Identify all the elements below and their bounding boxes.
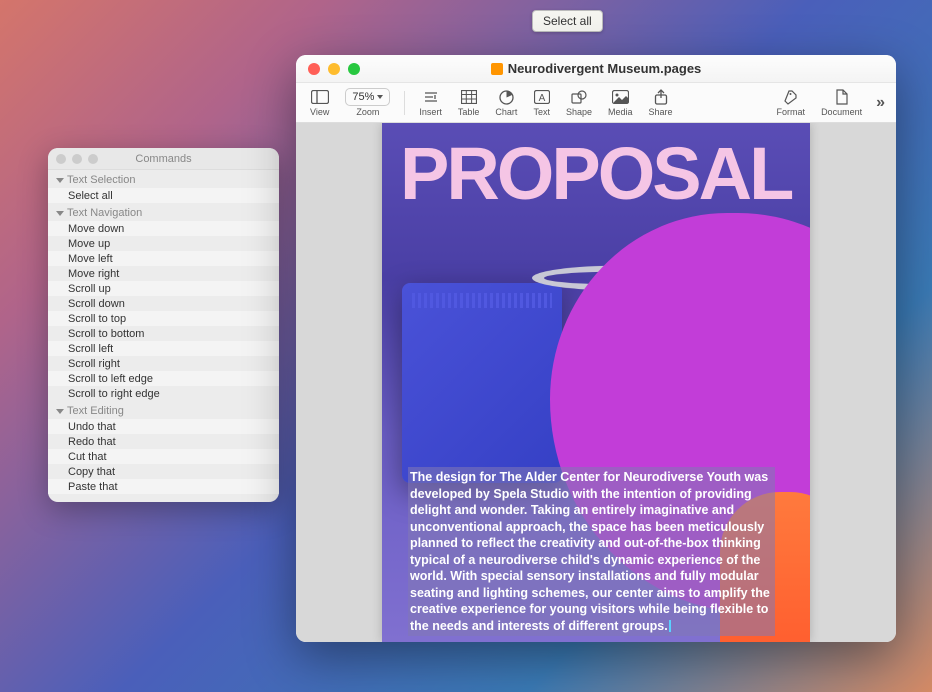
panel-close-icon[interactable] — [56, 154, 66, 164]
cmd-redo-that[interactable]: Redo that — [48, 434, 279, 449]
commands-panel: Commands Text Selection Select all Text … — [48, 148, 279, 502]
section-header-label: Text Selection — [67, 174, 135, 186]
cmd-select-all[interactable]: Select all — [48, 188, 279, 203]
format-button[interactable]: Format — [771, 89, 812, 117]
close-button[interactable] — [308, 63, 320, 75]
share-icon — [654, 89, 668, 106]
cmd-cut-that[interactable]: Cut that — [48, 449, 279, 464]
document-body-text-selected[interactable]: The design for The Alder Center for Neur… — [408, 467, 775, 636]
cmd-scroll-to-left-edge[interactable]: Scroll to left edge — [48, 371, 279, 386]
panel-min-icon[interactable] — [72, 154, 82, 164]
share-button[interactable]: Share — [643, 89, 679, 117]
cmd-scroll-up[interactable]: Scroll up — [48, 281, 279, 296]
section-text-editing: Text Editing Undo that Redo that Cut tha… — [48, 401, 279, 502]
cmd-scroll-to-right-edge[interactable]: Scroll to right edge — [48, 386, 279, 401]
pages-file-icon — [491, 63, 503, 75]
document-icon — [835, 89, 848, 106]
cmd-move-up[interactable]: Move up — [48, 236, 279, 251]
document-button[interactable]: Document — [815, 89, 868, 117]
cmd-scroll-to-bottom[interactable]: Scroll to bottom — [48, 326, 279, 341]
maximize-button[interactable] — [348, 63, 360, 75]
section-text-navigation: Text Navigation Move down Move up Move l… — [48, 203, 279, 401]
media-icon — [612, 89, 629, 106]
sidebar-icon — [311, 89, 329, 106]
insert-button[interactable]: Insert — [413, 89, 448, 117]
document-page[interactable]: PROPOSAL The design for The Alder Center… — [382, 123, 810, 642]
chevron-down-icon — [56, 211, 64, 216]
cmd-scroll-left[interactable]: Scroll left — [48, 341, 279, 356]
shape-button[interactable]: Shape — [560, 89, 598, 117]
chevron-double-right-icon: » — [876, 94, 884, 111]
cmd-undo-that[interactable]: Undo that — [48, 419, 279, 434]
section-header-text-editing[interactable]: Text Editing — [48, 403, 279, 419]
text-cursor — [669, 620, 671, 632]
cmd-move-down[interactable]: Move down — [48, 221, 279, 236]
section-header-text-navigation[interactable]: Text Navigation — [48, 205, 279, 221]
traffic-lights — [308, 63, 360, 75]
toolbar-divider — [404, 91, 405, 115]
zoom-control[interactable]: 75% Zoom — [339, 88, 396, 117]
decorative-blue-box — [402, 283, 562, 483]
panel-max-icon[interactable] — [88, 154, 98, 164]
media-button[interactable]: Media — [602, 89, 639, 117]
zoom-dropdown[interactable]: 75% — [345, 88, 390, 106]
pages-window: Neurodivergent Museum.pages View 75% Zoo… — [296, 55, 896, 642]
cmd-copy-that[interactable]: Copy that — [48, 464, 279, 479]
toolbar: View 75% Zoom Insert Table Cha — [296, 83, 896, 123]
window-title: Neurodivergent Museum.pages — [508, 61, 702, 76]
cmd-scroll-right[interactable]: Scroll right — [48, 356, 279, 371]
table-button[interactable]: Table — [452, 89, 486, 117]
commands-panel-title: Commands — [135, 153, 191, 165]
cmd-scroll-down[interactable]: Scroll down — [48, 296, 279, 311]
minimize-button[interactable] — [328, 63, 340, 75]
chevron-down-icon — [377, 95, 383, 99]
chevron-down-icon — [56, 178, 64, 183]
tooltip-text: Select all — [543, 14, 592, 28]
insert-icon — [423, 89, 439, 106]
document-heading[interactable]: PROPOSAL — [400, 143, 810, 206]
format-icon — [783, 89, 798, 106]
svg-text:A: A — [538, 93, 545, 104]
section-header-label: Text Navigation — [67, 207, 142, 219]
cmd-move-right[interactable]: Move right — [48, 266, 279, 281]
cmd-paste-that[interactable]: Paste that — [48, 479, 279, 494]
cmd-move-left[interactable]: Move left — [48, 251, 279, 266]
section-header-label: Text Editing — [67, 405, 124, 417]
document-canvas[interactable]: PROPOSAL The design for The Alder Center… — [296, 123, 896, 642]
view-button[interactable]: View — [304, 89, 335, 117]
text-button[interactable]: A Text — [527, 89, 556, 117]
cmd-scroll-to-top[interactable]: Scroll to top — [48, 311, 279, 326]
chevron-down-icon — [56, 409, 64, 414]
window-titlebar[interactable]: Neurodivergent Museum.pages — [296, 55, 896, 83]
commands-panel-titlebar[interactable]: Commands — [48, 148, 279, 170]
text-icon: A — [534, 89, 550, 106]
section-header-text-selection[interactable]: Text Selection — [48, 172, 279, 188]
voice-control-tooltip: Select all — [532, 10, 603, 32]
panel-traffic-lights[interactable] — [56, 154, 98, 164]
section-text-selection: Text Selection Select all — [48, 170, 279, 203]
overflow-button[interactable]: » — [872, 94, 888, 111]
shape-icon — [571, 89, 587, 106]
table-icon — [461, 89, 477, 106]
chart-button[interactable]: Chart — [489, 89, 523, 117]
chart-icon — [499, 89, 514, 106]
